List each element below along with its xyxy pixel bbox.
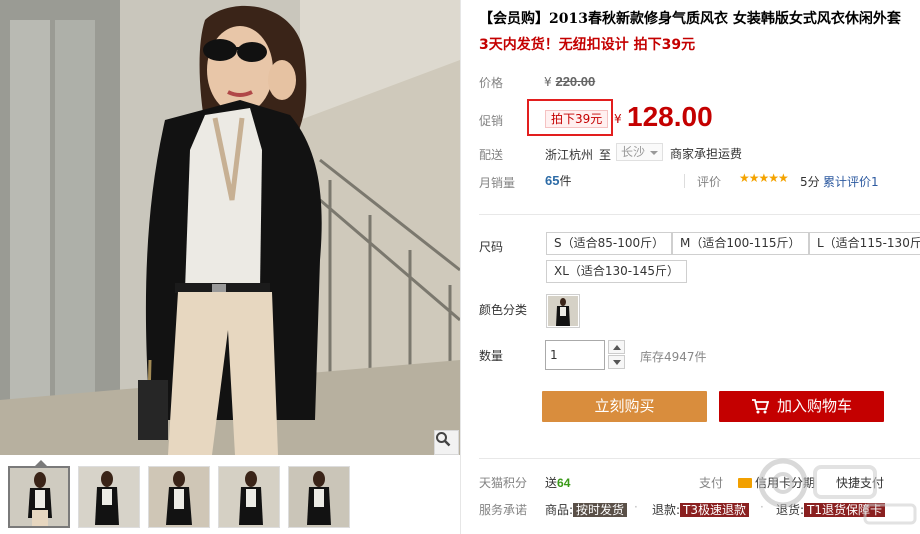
destination-city-select[interactable]: 长沙 — [616, 143, 664, 161]
quantity-decrease-button[interactable] — [608, 355, 625, 369]
thumbnail-4[interactable] — [218, 466, 280, 528]
main-product-image[interactable] — [0, 0, 460, 455]
add-to-cart-label: 加入购物车 — [776, 397, 852, 415]
promo-label: 促销 — [479, 114, 504, 128]
rating-stars: ★★★★★ — [739, 171, 789, 185]
service-return-label: 退货: — [776, 503, 805, 517]
promo-currency-symbol: ¥ — [614, 112, 622, 126]
thumbnail-image — [10, 468, 68, 526]
quick-pay[interactable]: 快捷支付 — [836, 474, 884, 491]
service-refund-label: 退款: — [652, 503, 681, 517]
product-title: 【会员购】2013春秋新款修身气质风衣 女装韩版女式风衣休闲外套 — [479, 11, 901, 27]
rating-score: 5分 — [800, 175, 820, 189]
monthly-sales-label: 月销量 — [479, 176, 516, 190]
quantity-input[interactable]: 1 — [545, 340, 605, 370]
size-label: 尺码 — [479, 240, 504, 254]
size-option-s[interactable]: S（适合85-100斤） — [546, 232, 673, 255]
chevron-down-icon — [612, 359, 621, 365]
add-to-cart-button[interactable]: 加入购物车 — [719, 391, 884, 422]
shipping-label: 配送 — [479, 148, 504, 162]
magnifier-icon — [436, 432, 451, 447]
column-divider — [460, 0, 461, 534]
zoom-button[interactable] — [434, 430, 459, 455]
currency-symbol: ¥ — [544, 75, 552, 89]
ship-to-word: 至 — [599, 148, 612, 162]
service-label: 服务承诺 — [479, 503, 528, 517]
buy-now-button[interactable]: 立刻购买 — [542, 391, 707, 422]
product-subtitle: 3天内发货！无纽扣设计 拍下39元 — [479, 37, 696, 53]
model-photo — [0, 0, 460, 455]
cart-icon — [751, 399, 770, 414]
destination-city-value: 长沙 — [621, 145, 646, 159]
service-refund: 退款: T3极速退款 — [652, 501, 750, 518]
thumbnail-image — [79, 467, 139, 527]
section-divider — [479, 214, 920, 215]
thumbnail-5[interactable] — [288, 466, 350, 528]
promo-tag: 拍下39元 — [545, 110, 609, 128]
thumbnail-image — [219, 467, 279, 527]
thumbnail-2[interactable] — [78, 466, 140, 528]
color-swatch-black[interactable] — [546, 294, 580, 328]
credit-installment-label: 信用卡分期 — [755, 476, 816, 490]
watermark-logo — [758, 458, 917, 525]
original-price-value: 220.00 — [555, 74, 596, 89]
points-number: 64 — [557, 476, 571, 490]
service-return-tag[interactable]: T1退货保障卡 — [804, 503, 886, 517]
promo-price: 128.00 — [627, 101, 713, 132]
separator-dot: · — [634, 500, 638, 514]
original-price: ¥ 220.00 — [544, 74, 595, 89]
quantity-label: 数量 — [479, 349, 504, 363]
size-option-l[interactable]: L（适合115-130斤） — [809, 232, 920, 255]
separator-dot: · — [760, 500, 764, 514]
stock-count: 库存4947件 — [640, 350, 707, 364]
review-count-link[interactable]: 累计评价1 — [823, 173, 879, 190]
rating-label: 评价 — [697, 175, 722, 189]
chevron-up-icon — [612, 344, 621, 350]
chevron-down-icon — [650, 150, 659, 155]
thumbnail-image — [289, 467, 349, 527]
monthly-sales-value: 65件 — [545, 172, 571, 189]
points-prefix: 送 — [545, 476, 558, 490]
ship-from: 浙江杭州 — [545, 148, 594, 162]
swatch-image — [548, 296, 578, 326]
monthly-sales-count: 65 — [545, 173, 560, 188]
thumbnail-3[interactable] — [148, 466, 210, 528]
service-goods-tag[interactable]: 按时发货 — [573, 503, 628, 517]
price-label: 价格 — [479, 76, 504, 90]
thumbnail-strip — [0, 460, 460, 534]
section-divider — [479, 458, 920, 459]
thumbnail-1[interactable] — [8, 466, 70, 528]
service-goods-label: 商品: — [545, 503, 574, 517]
size-option-xl[interactable]: XL（适合130-145斤） — [546, 260, 688, 283]
credit-installment[interactable]: 信用卡分期 — [738, 474, 815, 491]
divider — [684, 174, 685, 188]
monthly-sales-unit: 件 — [559, 174, 572, 188]
color-label: 颜色分类 — [479, 303, 528, 317]
swatch-photo — [548, 296, 578, 326]
shipping-fee-text: 商家承担运费 — [670, 147, 743, 161]
points-value: 送64 — [545, 474, 570, 491]
quantity-increase-button[interactable] — [608, 340, 625, 354]
service-refund-tag[interactable]: T3极速退款 — [680, 503, 750, 517]
size-option-m[interactable]: M（适合100-115斤） — [672, 232, 809, 255]
points-label: 天猫积分 — [479, 476, 528, 490]
service-return: 退货: T1退货保障卡 — [776, 501, 886, 518]
credit-card-icon — [738, 478, 752, 488]
thumbnail-image — [149, 467, 209, 527]
payment-label: 支付 — [699, 476, 724, 490]
service-goods: 商品: 按时发货 — [545, 501, 628, 518]
